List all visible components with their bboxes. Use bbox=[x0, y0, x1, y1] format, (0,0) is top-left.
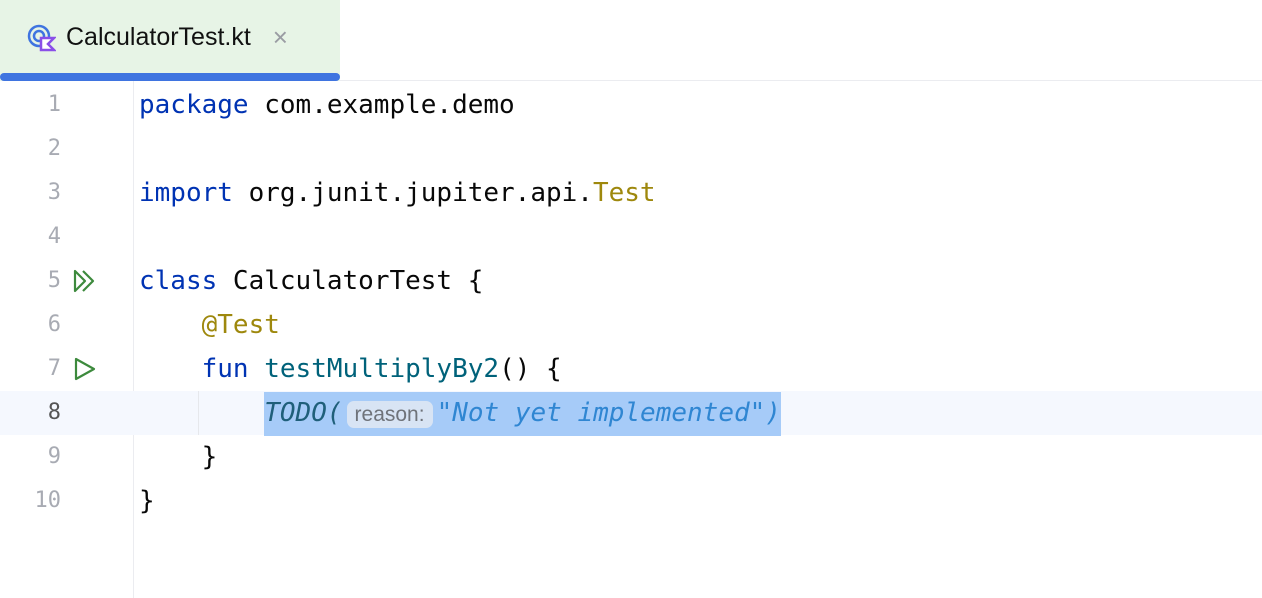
code-line[interactable]: 10} bbox=[0, 479, 1262, 523]
code-line[interactable]: 9 } bbox=[0, 435, 1262, 479]
line-number: 9 bbox=[0, 435, 61, 479]
code-token bbox=[139, 354, 202, 384]
code-text: } bbox=[139, 435, 217, 479]
line-number: 1 bbox=[0, 83, 61, 127]
code-token: Test bbox=[593, 178, 656, 208]
code-text: class CalculatorTest { bbox=[139, 259, 483, 303]
kotlin-test-file-icon bbox=[26, 23, 56, 53]
code-text: import org.junit.jupiter.api.Test bbox=[139, 171, 656, 215]
line-number: 4 bbox=[0, 215, 61, 259]
code-token bbox=[139, 310, 202, 340]
code-text: } bbox=[139, 479, 155, 523]
code-line[interactable]: 3 import org.junit.jupiter.api.Test bbox=[0, 171, 1262, 215]
code-token bbox=[139, 398, 264, 428]
code-line[interactable]: 2 bbox=[0, 127, 1262, 171]
editor-tab-bar: CalculatorTest.kt × bbox=[0, 0, 1262, 81]
code-line[interactable]: 5 class CalculatorTest { bbox=[0, 259, 1262, 303]
line-number: 10 bbox=[0, 479, 61, 523]
code-token: fun bbox=[202, 354, 249, 384]
code-token: TODO( bbox=[264, 398, 342, 428]
selection: TODO(reason:"Not yet implemented") bbox=[264, 392, 781, 436]
code-token: () { bbox=[499, 354, 562, 384]
close-tab-icon[interactable]: × bbox=[273, 22, 288, 53]
code-text: @Test bbox=[139, 303, 280, 347]
code-token: } bbox=[139, 442, 217, 472]
code-token: testMultiplyBy2 bbox=[264, 354, 499, 384]
code-token: "Not yet implemented") bbox=[437, 398, 781, 428]
code-token: } bbox=[139, 486, 155, 516]
code-token bbox=[249, 354, 265, 384]
code-line[interactable]: 7 fun testMultiplyBy2() { bbox=[0, 347, 1262, 391]
code-line[interactable]: 1 package com.example.demo bbox=[0, 83, 1262, 127]
tab-calculatortest[interactable]: CalculatorTest.kt × bbox=[0, 0, 340, 81]
line-number: 5 bbox=[0, 259, 61, 303]
code-token: class bbox=[139, 266, 217, 296]
line-number: 7 bbox=[0, 347, 61, 391]
code-token: import bbox=[139, 178, 233, 208]
code-text: TODO(reason:"Not yet implemented") bbox=[139, 391, 781, 436]
code-text: fun testMultiplyBy2() { bbox=[139, 347, 562, 391]
code-token: package bbox=[139, 90, 249, 120]
run-test-icon[interactable] bbox=[72, 357, 100, 381]
line-number: 8 bbox=[0, 391, 61, 435]
code-line[interactable]: 6 @Test bbox=[0, 303, 1262, 347]
indent-guide bbox=[198, 391, 199, 435]
code-line[interactable]: 4 bbox=[0, 215, 1262, 259]
line-number: 6 bbox=[0, 303, 61, 347]
parameter-hint: reason: bbox=[347, 401, 433, 428]
code-text: package com.example.demo bbox=[139, 83, 515, 127]
code-token: @Test bbox=[202, 310, 280, 340]
code-token: CalculatorTest { bbox=[217, 266, 483, 296]
run-all-tests-icon[interactable] bbox=[72, 269, 100, 293]
code-token: com.example.demo bbox=[249, 90, 515, 120]
tab-label: CalculatorTest.kt bbox=[66, 23, 251, 52]
line-number: 2 bbox=[0, 127, 61, 171]
active-tab-indicator bbox=[0, 73, 340, 81]
code-token: org.junit.jupiter.api. bbox=[233, 178, 593, 208]
line-number: 3 bbox=[0, 171, 61, 215]
code-line[interactable]: 8 TODO(reason:"Not yet implemented") bbox=[0, 391, 1262, 435]
